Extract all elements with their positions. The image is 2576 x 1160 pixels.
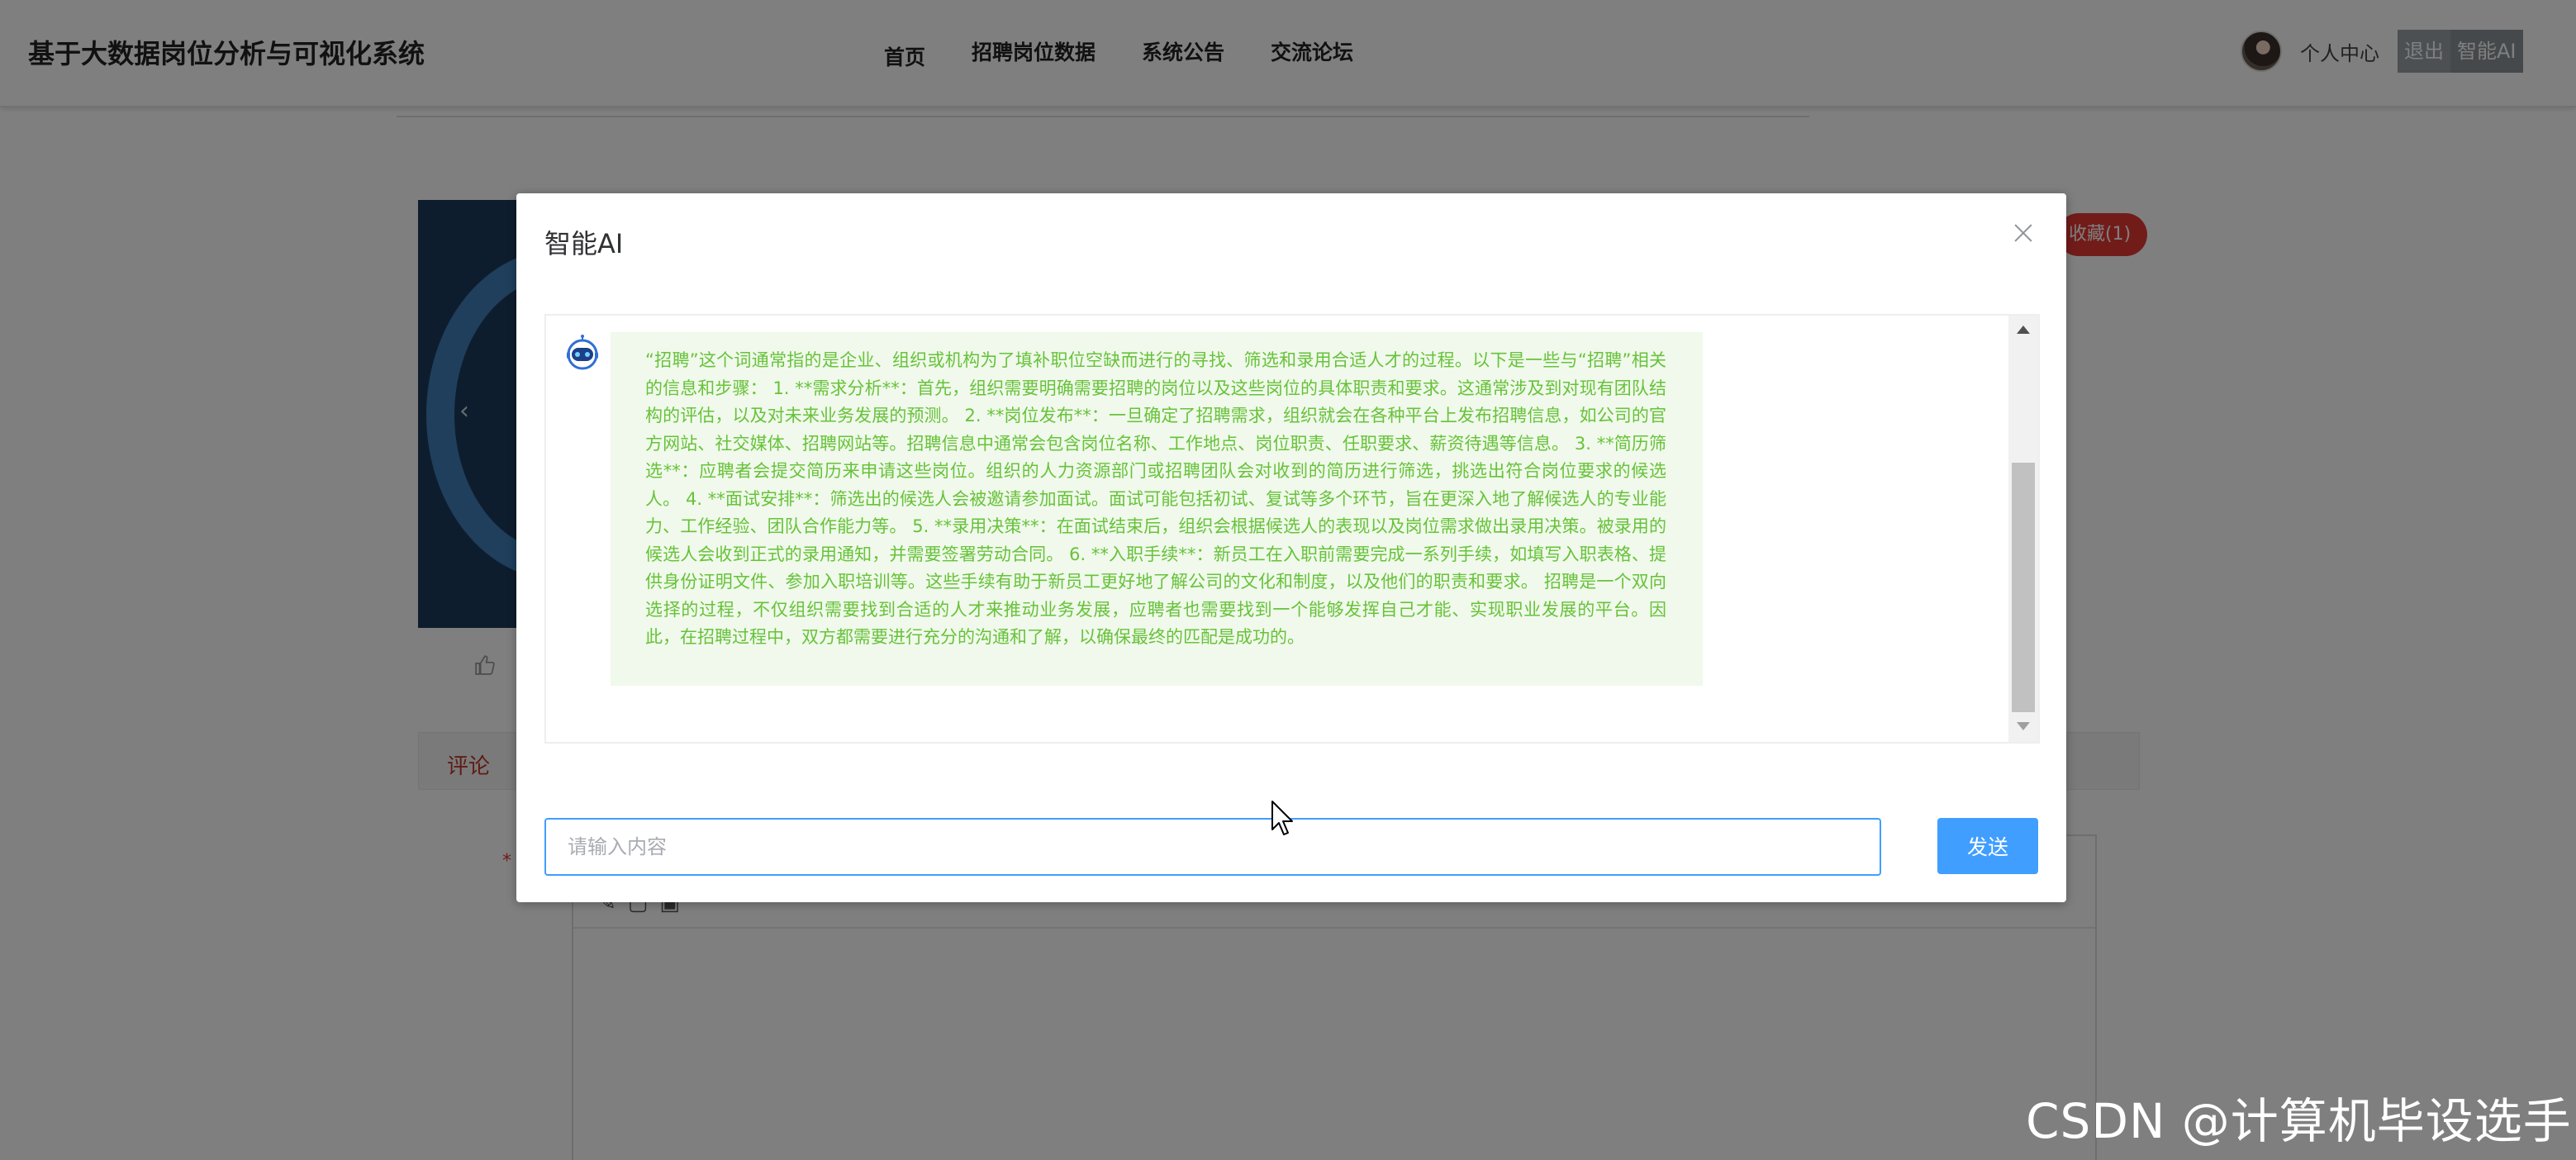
- mouse-cursor-icon: [1271, 801, 1293, 835]
- ai-message-bubble: “招聘”这个词通常指的是企业、组织或机构为了填补职位空缺而进行的寻找、筛选和录用…: [611, 332, 1703, 686]
- chat-input[interactable]: [544, 818, 1881, 876]
- scroll-down-arrow-icon[interactable]: [2017, 722, 2030, 730]
- scroll-up-arrow-icon[interactable]: [2017, 326, 2030, 334]
- ai-chat-dialog: 智能AI “招聘”这个词通常指的是企业、组织或机构为了填补职位空缺而进行的寻找、…: [516, 193, 2066, 902]
- chat-history[interactable]: “招聘”这个词通常指的是企业、组织或机构为了填补职位空缺而进行的寻找、筛选和录用…: [544, 314, 2040, 744]
- dialog-title: 智能AI: [544, 228, 624, 259]
- close-icon[interactable]: [2008, 218, 2038, 248]
- scroll-thumb[interactable]: [2012, 463, 2035, 712]
- send-button[interactable]: 发送: [1937, 818, 2038, 874]
- robot-icon: [567, 335, 598, 370]
- watermark: CSDN @计算机毕设选手: [2026, 1093, 2572, 1149]
- chat-scrollbar[interactable]: [2008, 316, 2038, 742]
